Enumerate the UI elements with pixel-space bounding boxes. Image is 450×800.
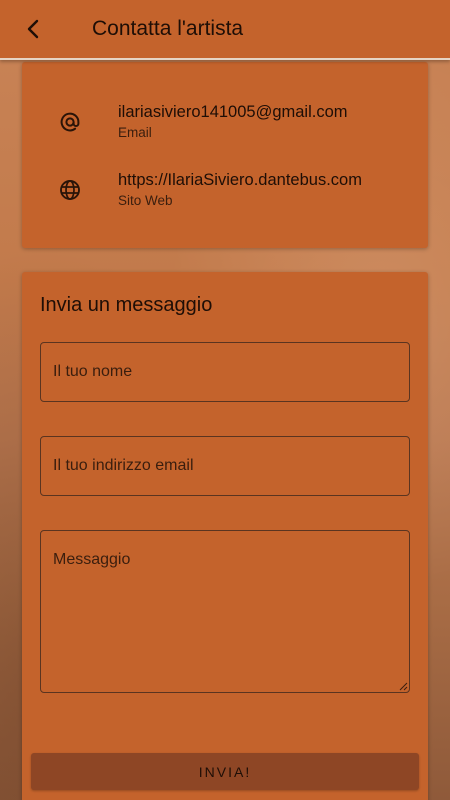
back-button[interactable] (8, 0, 60, 59)
chevron-left-icon (27, 19, 39, 39)
page-title: Contatta l'artista (92, 17, 244, 40)
contact-email-row[interactable]: ilariasiviero141005@gmail.com Email (22, 102, 428, 150)
contact-website-row[interactable]: https://IlariaSiviero.dantebus.com Sito … (22, 170, 428, 218)
website-label: Sito Web (118, 193, 173, 208)
email-input[interactable] (40, 436, 410, 496)
message-textarea[interactable] (40, 530, 410, 693)
globe-icon (58, 178, 82, 202)
submit-button[interactable]: INVIA! (31, 753, 419, 790)
at-sign-icon (58, 110, 82, 134)
contact-info-card: ilariasiviero141005@gmail.com Email http… (22, 62, 428, 248)
resize-handle-icon[interactable] (399, 682, 408, 691)
website-value[interactable]: https://IlariaSiviero.dantebus.com (118, 170, 362, 190)
form-title: Invia un messaggio (40, 294, 213, 316)
name-input[interactable] (40, 342, 410, 402)
email-value[interactable]: ilariasiviero141005@gmail.com (118, 102, 348, 122)
email-label: Email (118, 125, 152, 140)
message-form-card: Invia un messaggio INVIA! (22, 272, 428, 800)
app-bar: Contatta l'artista (0, 0, 450, 60)
